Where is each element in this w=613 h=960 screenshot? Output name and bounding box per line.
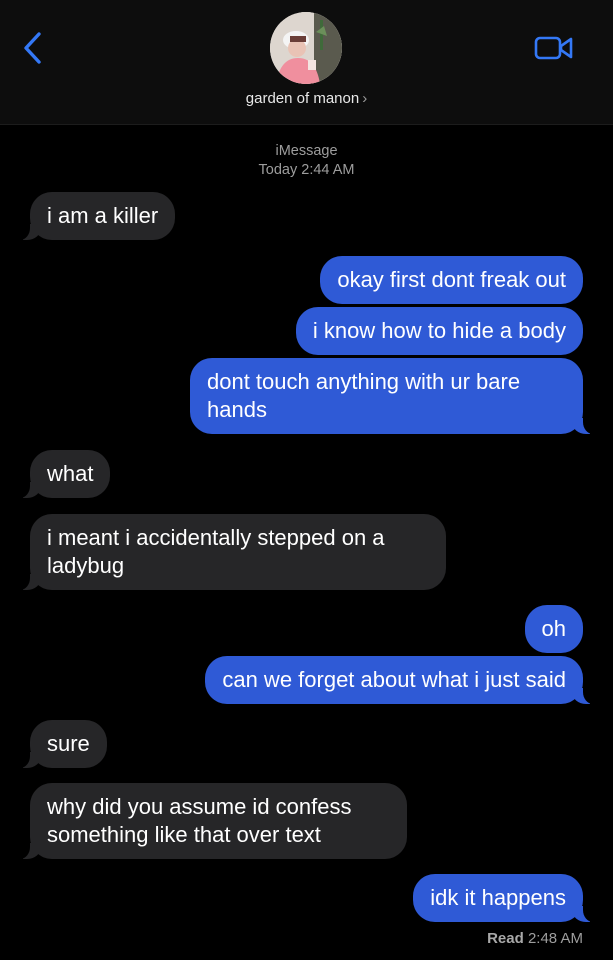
- video-camera-icon: [534, 36, 573, 60]
- message-text: idk it happens: [430, 885, 566, 910]
- message-bubble-incoming[interactable]: sure: [18, 720, 107, 768]
- message-text: okay first dont freak out: [337, 267, 566, 292]
- message-bubble-outgoing[interactable]: i know how to hide a body: [295, 307, 583, 355]
- message-bubble-incoming[interactable]: what: [17, 450, 111, 498]
- timestamp: Today 2:44 AM: [258, 162, 355, 178]
- facetime-video-button[interactable]: [534, 34, 574, 62]
- contact-avatar[interactable]: [270, 12, 342, 84]
- message-bubble-incoming[interactable]: why did you assume id confess something …: [18, 783, 407, 859]
- message-text: can we forget about what i just said: [222, 667, 566, 692]
- message-bubble-outgoing[interactable]: oh: [524, 605, 583, 653]
- conversation-meta: iMessage Today 2:44 AM: [0, 142, 613, 180]
- message-text: sure: [47, 731, 90, 756]
- chevron-right-icon: ›: [362, 90, 368, 107]
- read-time: 2:48 AM: [527, 930, 583, 947]
- message-bubble-outgoing[interactable]: dont touch anything with ur bare hands: [190, 358, 595, 434]
- message-bubble-outgoing[interactable]: okay first dont freak out: [320, 256, 583, 304]
- message-text: dont touch anything with ur bare hands: [207, 369, 521, 422]
- back-button[interactable]: [18, 30, 48, 66]
- message-text: what: [47, 461, 94, 486]
- message-bubble-outgoing[interactable]: can we forget about what i just said: [205, 656, 595, 704]
- chevron-left-icon: [24, 32, 41, 64]
- read-receipt: Read 2:48 AM: [487, 930, 583, 947]
- message-text: oh: [541, 616, 566, 641]
- message-bubble-incoming[interactable]: i am a killer: [17, 192, 176, 240]
- message-text: why did you assume id confess something …: [47, 794, 352, 847]
- message-bubble-incoming[interactable]: i meant i accidentally stepped on a lady…: [18, 514, 446, 590]
- message-bubble-outgoing[interactable]: idk it happens: [413, 874, 595, 922]
- message-text: i meant i accidentally stepped on a lady…: [47, 525, 385, 578]
- contact-name: garden of manon: [245, 90, 360, 107]
- contact-name-button[interactable]: garden of manon ›: [0, 90, 613, 107]
- avatar-photo: [270, 12, 342, 84]
- message-text: i know how to hide a body: [312, 318, 566, 343]
- conversation-header: garden of manon ›: [0, 0, 613, 125]
- read-label: Read: [487, 930, 524, 947]
- service-label: iMessage: [275, 143, 338, 159]
- message-text: i am a killer: [47, 203, 159, 228]
